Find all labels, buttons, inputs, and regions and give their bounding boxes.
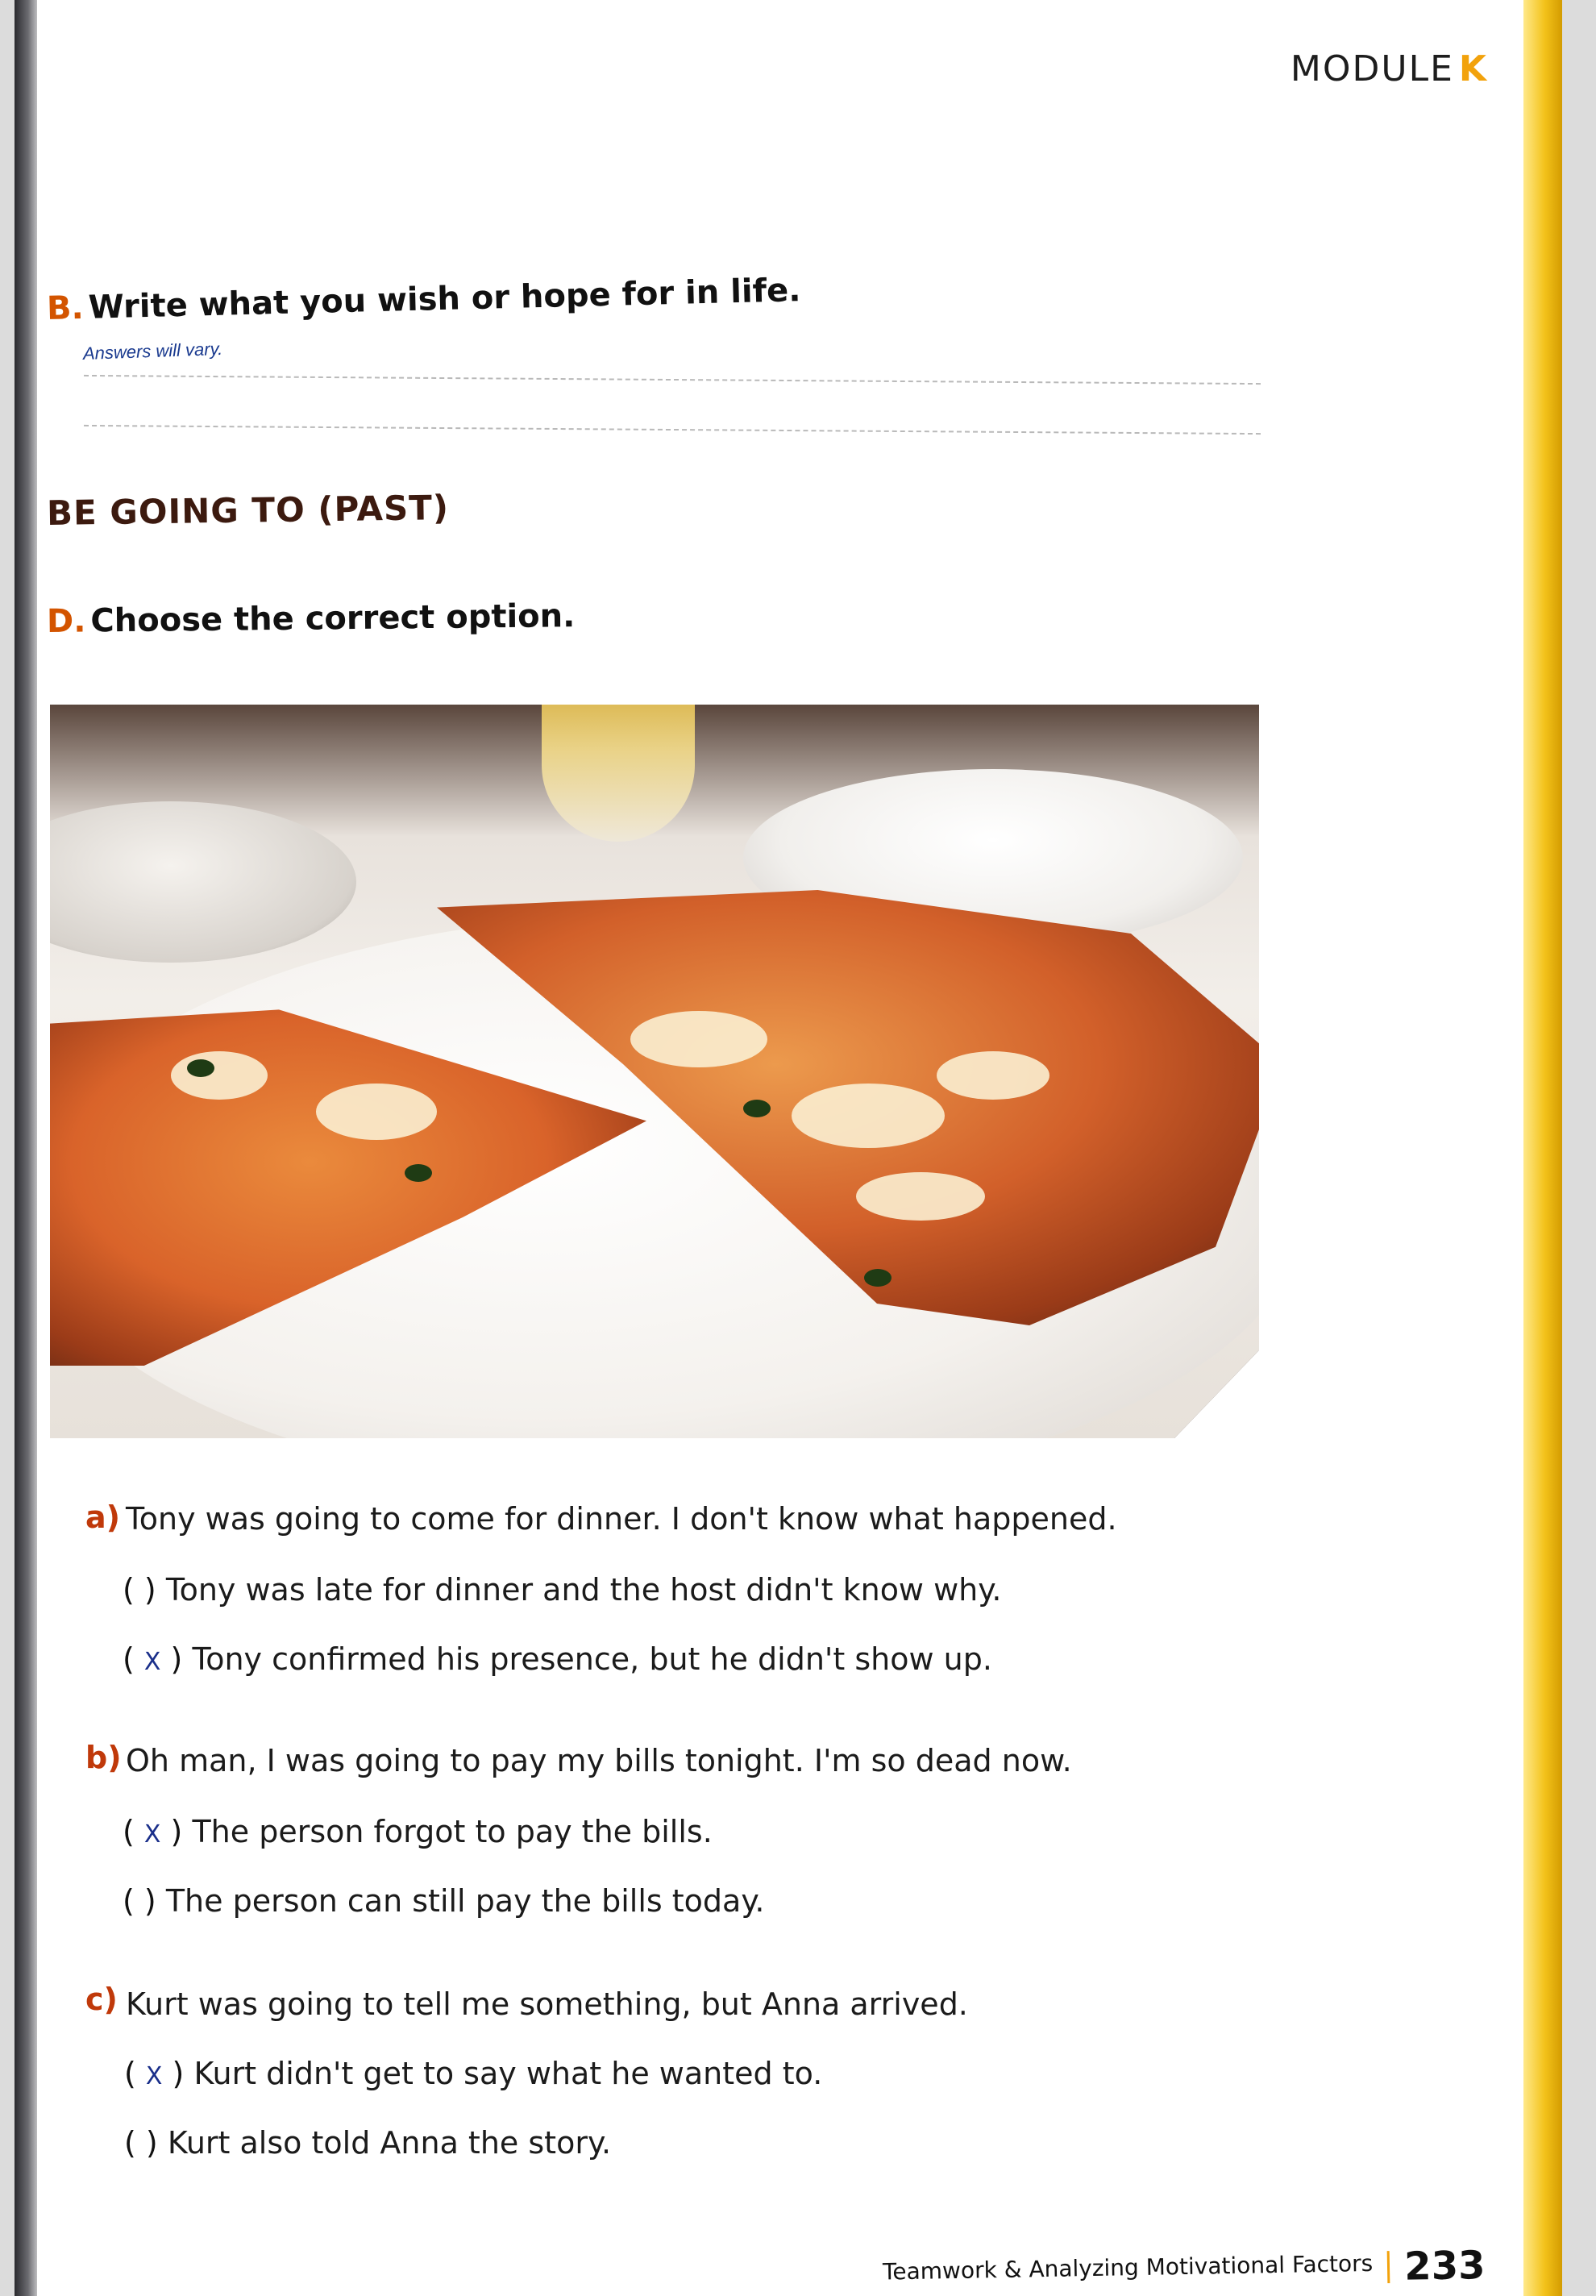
option-c1-mark: X [145,2062,163,2090]
section-b-heading: B. Write what you wish or hope for in lif… [46,272,800,327]
option-b2[interactable]: ( ) The person can still pay the bills t… [123,1883,764,1919]
question-c-letter: c) [85,1982,118,2017]
module-letter: K [1458,48,1488,89]
answer-line[interactable] [84,424,1261,435]
question-c-text: Kurt was going to tell me something, but… [126,1986,968,2022]
module-word: MODULE [1290,48,1454,89]
option-a1-text: Tony was late for dinner and the host di… [165,1572,1002,1608]
question-a-letter: a) [85,1499,121,1535]
answer-note: Answers will vary. [82,338,223,364]
page-footer: Teamwork & Analyzing Motivational Factor… [882,2243,1485,2296]
grammar-title: BE GOING TO (PAST) [46,488,450,533]
cheese-spot [630,1011,767,1067]
option-c2[interactable]: ( ) Kurt also told Anna the story. [124,2125,611,2161]
cheese-spot [792,1084,945,1148]
section-d-heading: D. Choose the correct option. [47,597,576,640]
module-label: MODULE K [1291,48,1488,89]
option-b1[interactable]: ( X ) The person forgot to pay the bills… [123,1814,713,1849]
section-b-letter: B. [46,289,85,327]
cheese-spot [937,1051,1049,1100]
section-d-letter: D. [46,602,86,640]
option-a2-text: Tony confirmed his presence, but he didn… [192,1641,992,1677]
option-c1[interactable]: ( X ) Kurt didn't get to say what he wan… [124,2056,822,2091]
option-c2-text: Kurt also told Anna the story. [167,2125,612,2161]
workbook-page: MODULE K B. Write what you wish or hope fo… [15,0,1562,2296]
section-b-prompt: Write what you wish or hope for in life. [88,272,801,327]
pizza-photo [50,705,1259,1438]
basil-leaf [864,1269,892,1287]
cheese-spot [171,1051,268,1100]
cheese-spot [856,1172,985,1221]
option-a1[interactable]: ( ) Tony was late for dinner and the hos… [123,1572,1001,1608]
page-number: 233 [1403,2243,1486,2290]
footer-separator [1386,2251,1390,2284]
book-spine [15,0,37,2296]
basil-leaf [187,1059,214,1077]
option-b1-text: The person forgot to pay the bills. [192,1814,713,1849]
question-b-letter: b) [85,1740,122,1775]
question-a-text: Tony was going to come for dinner. I don… [126,1501,1117,1537]
cheese-spot [316,1084,437,1140]
basil-leaf [405,1164,432,1182]
basil-leaf [743,1100,771,1117]
option-a2-mark: X [143,1648,161,1676]
option-a2[interactable]: ( X ) Tony confirmed his presence, but h… [123,1641,992,1677]
answer-line[interactable] [84,374,1261,385]
question-b-text: Oh man, I was going to pay my bills toni… [126,1743,1072,1778]
section-d-prompt: Choose the correct option. [90,597,576,640]
option-b2-text: The person can still pay the bills today… [165,1883,765,1919]
option-c1-text: Kurt didn't get to say what he wanted to… [193,2056,823,2091]
page-edge [1523,0,1562,2296]
option-b1-mark: X [143,1820,161,1849]
footer-unit-title: Teamwork & Analyzing Motivational Factor… [882,2249,1374,2286]
